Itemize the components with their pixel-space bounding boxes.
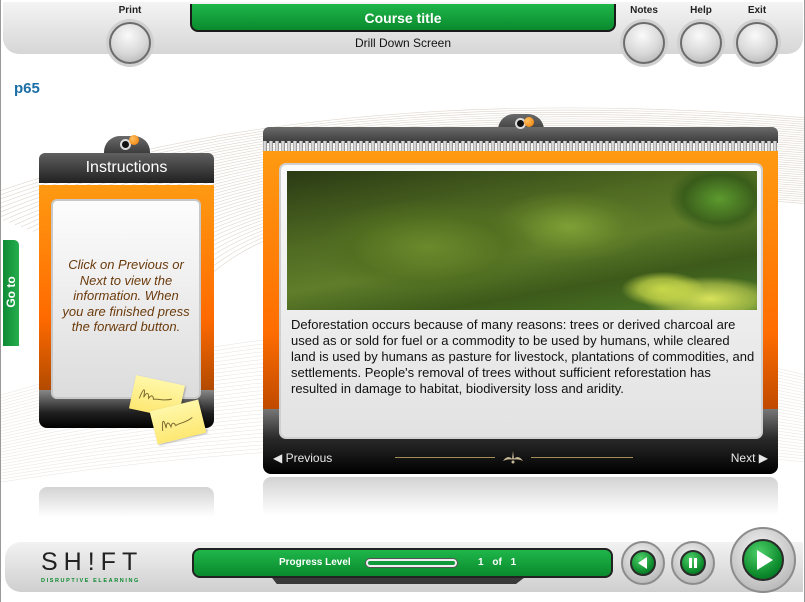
logo-tagline: DISRUPTIVE ELEARNING [41, 578, 140, 584]
page-id: p65 [14, 80, 40, 97]
logo-text: SH!FT [41, 548, 144, 576]
exit-button[interactable]: Exit [729, 0, 785, 64]
help-button[interactable]: Help [673, 0, 729, 64]
help-icon[interactable] [680, 22, 722, 64]
pause-icon [689, 558, 697, 568]
progress-bar-panel: Progress Level 1 of 1 [192, 548, 613, 578]
exit-label: Exit [747, 5, 767, 16]
goto-tab[interactable]: Go to [3, 240, 19, 346]
print-label: Print [118, 5, 142, 16]
previous-button[interactable]: ◀ Previous [273, 451, 332, 465]
divider-line [395, 457, 495, 458]
progress-current: 1 [478, 557, 484, 568]
course-title: Course title [190, 4, 616, 32]
notes-icon[interactable] [623, 22, 665, 64]
play-icon [757, 550, 773, 570]
instructions-reflection [39, 487, 214, 517]
print-icon[interactable] [109, 22, 151, 64]
notes-label: Notes [630, 5, 658, 16]
content-panel: Deforestation occurs because of many rea… [263, 127, 778, 474]
notes-button[interactable]: Notes [616, 0, 672, 64]
help-label: Help [690, 5, 712, 16]
content-image [287, 171, 757, 310]
progress-label: Progress Level [279, 557, 351, 568]
pause-button[interactable] [671, 541, 715, 585]
content-card: Deforestation occurs because of many rea… [279, 163, 763, 439]
instructions-card: Click on Previous or Next to view the in… [51, 199, 201, 399]
instructions-title: Instructions [39, 153, 214, 183]
back-button[interactable] [621, 541, 665, 585]
instructions-text: Click on Previous or Next to view the in… [62, 257, 190, 334]
shift-logo: SH!FT DISRUPTIVE ELEARNING [41, 549, 143, 584]
exit-icon[interactable] [736, 22, 778, 64]
spiral-binding [263, 141, 778, 151]
goto-label: Go to [4, 276, 18, 308]
course-player: Print Notes Help Exit Course title Drill… [0, 0, 805, 602]
progress-fill [368, 561, 455, 565]
progress-track [365, 558, 458, 568]
print-button[interactable]: Print [102, 0, 158, 64]
content-text: Deforestation occurs because of many rea… [291, 317, 755, 396]
progress-total: 1 [510, 557, 517, 568]
pushpin-icon [129, 135, 139, 145]
instructions-panel: Instructions Click on Previous or Next t… [39, 153, 214, 428]
content-reflection [263, 477, 778, 515]
pushpin-icon [524, 117, 534, 127]
progress-of: of [492, 557, 502, 568]
next-button[interactable]: Next ▶ [731, 451, 768, 465]
ornament-icon [503, 451, 523, 464]
progress-count: 1 of 1 [478, 557, 516, 568]
forward-button[interactable] [730, 527, 796, 593]
screen-type: Drill Down Screen [354, 36, 452, 50]
back-icon [638, 557, 647, 569]
divider-line [531, 457, 633, 458]
